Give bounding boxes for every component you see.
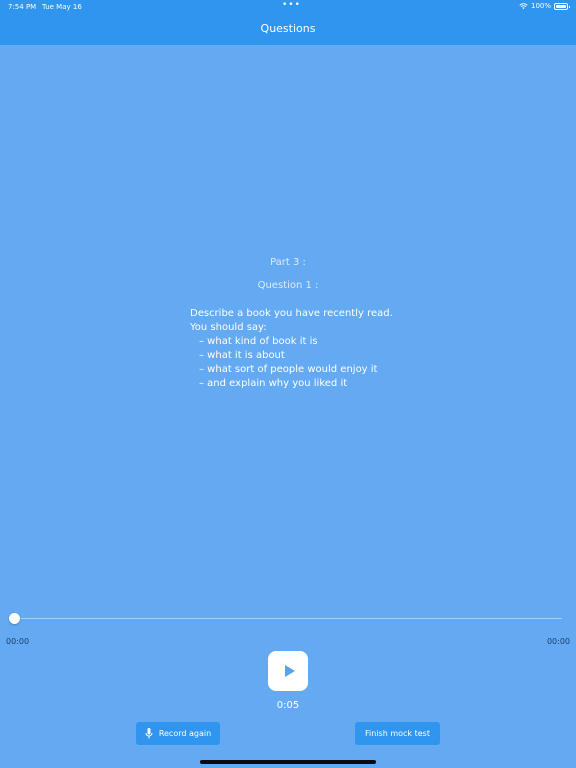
mic-icon (145, 728, 153, 739)
question-line: Describe a book you have recently read. (190, 308, 393, 319)
question-line: – what sort of people would enjoy it (199, 364, 378, 375)
question-label: Question 1 : (257, 280, 319, 291)
audio-progress-thumb[interactable] (8, 613, 20, 624)
question-line: – and explain why you liked it (199, 378, 348, 389)
status-right: 100% (519, 2, 570, 10)
question-line: – what kind of book it is (199, 336, 318, 347)
play-button[interactable] (268, 651, 308, 691)
total-duration: 00:00 (546, 637, 570, 646)
home-indicator[interactable] (200, 760, 376, 764)
part-label: Part 3 : (270, 257, 306, 268)
battery-icon (554, 2, 570, 10)
screen: 7:54 PM Tue May 16 ••• 100% Questions Pa… (0, 0, 576, 768)
wifi-icon (519, 3, 528, 10)
finish-mock-test-button[interactable]: Finish mock test (355, 722, 440, 745)
play-icon (284, 665, 295, 677)
record-again-button[interactable]: Record again (136, 722, 220, 745)
multitasking-dots[interactable]: ••• (282, 0, 301, 10)
status-bar: 7:54 PM Tue May 16 ••• 100% (0, 0, 576, 16)
finish-label: Finish mock test (365, 729, 430, 738)
page-title: Questions (260, 22, 316, 35)
audio-progress-track[interactable] (14, 618, 562, 619)
question-line: – what it is about (199, 350, 285, 361)
record-again-label: Record again (158, 729, 212, 738)
status-time: 7:54 PM (8, 3, 37, 11)
navigation-bar: Questions (0, 16, 576, 45)
question-prompt: Describe a book you have recently read. … (190, 307, 430, 391)
status-date: Tue May 16 (42, 3, 82, 11)
question-line: You should say: (190, 322, 267, 333)
current-time: 00:00 (6, 637, 30, 646)
recording-elapsed: 0:05 (276, 700, 300, 711)
battery-percent: 100% (530, 2, 551, 10)
